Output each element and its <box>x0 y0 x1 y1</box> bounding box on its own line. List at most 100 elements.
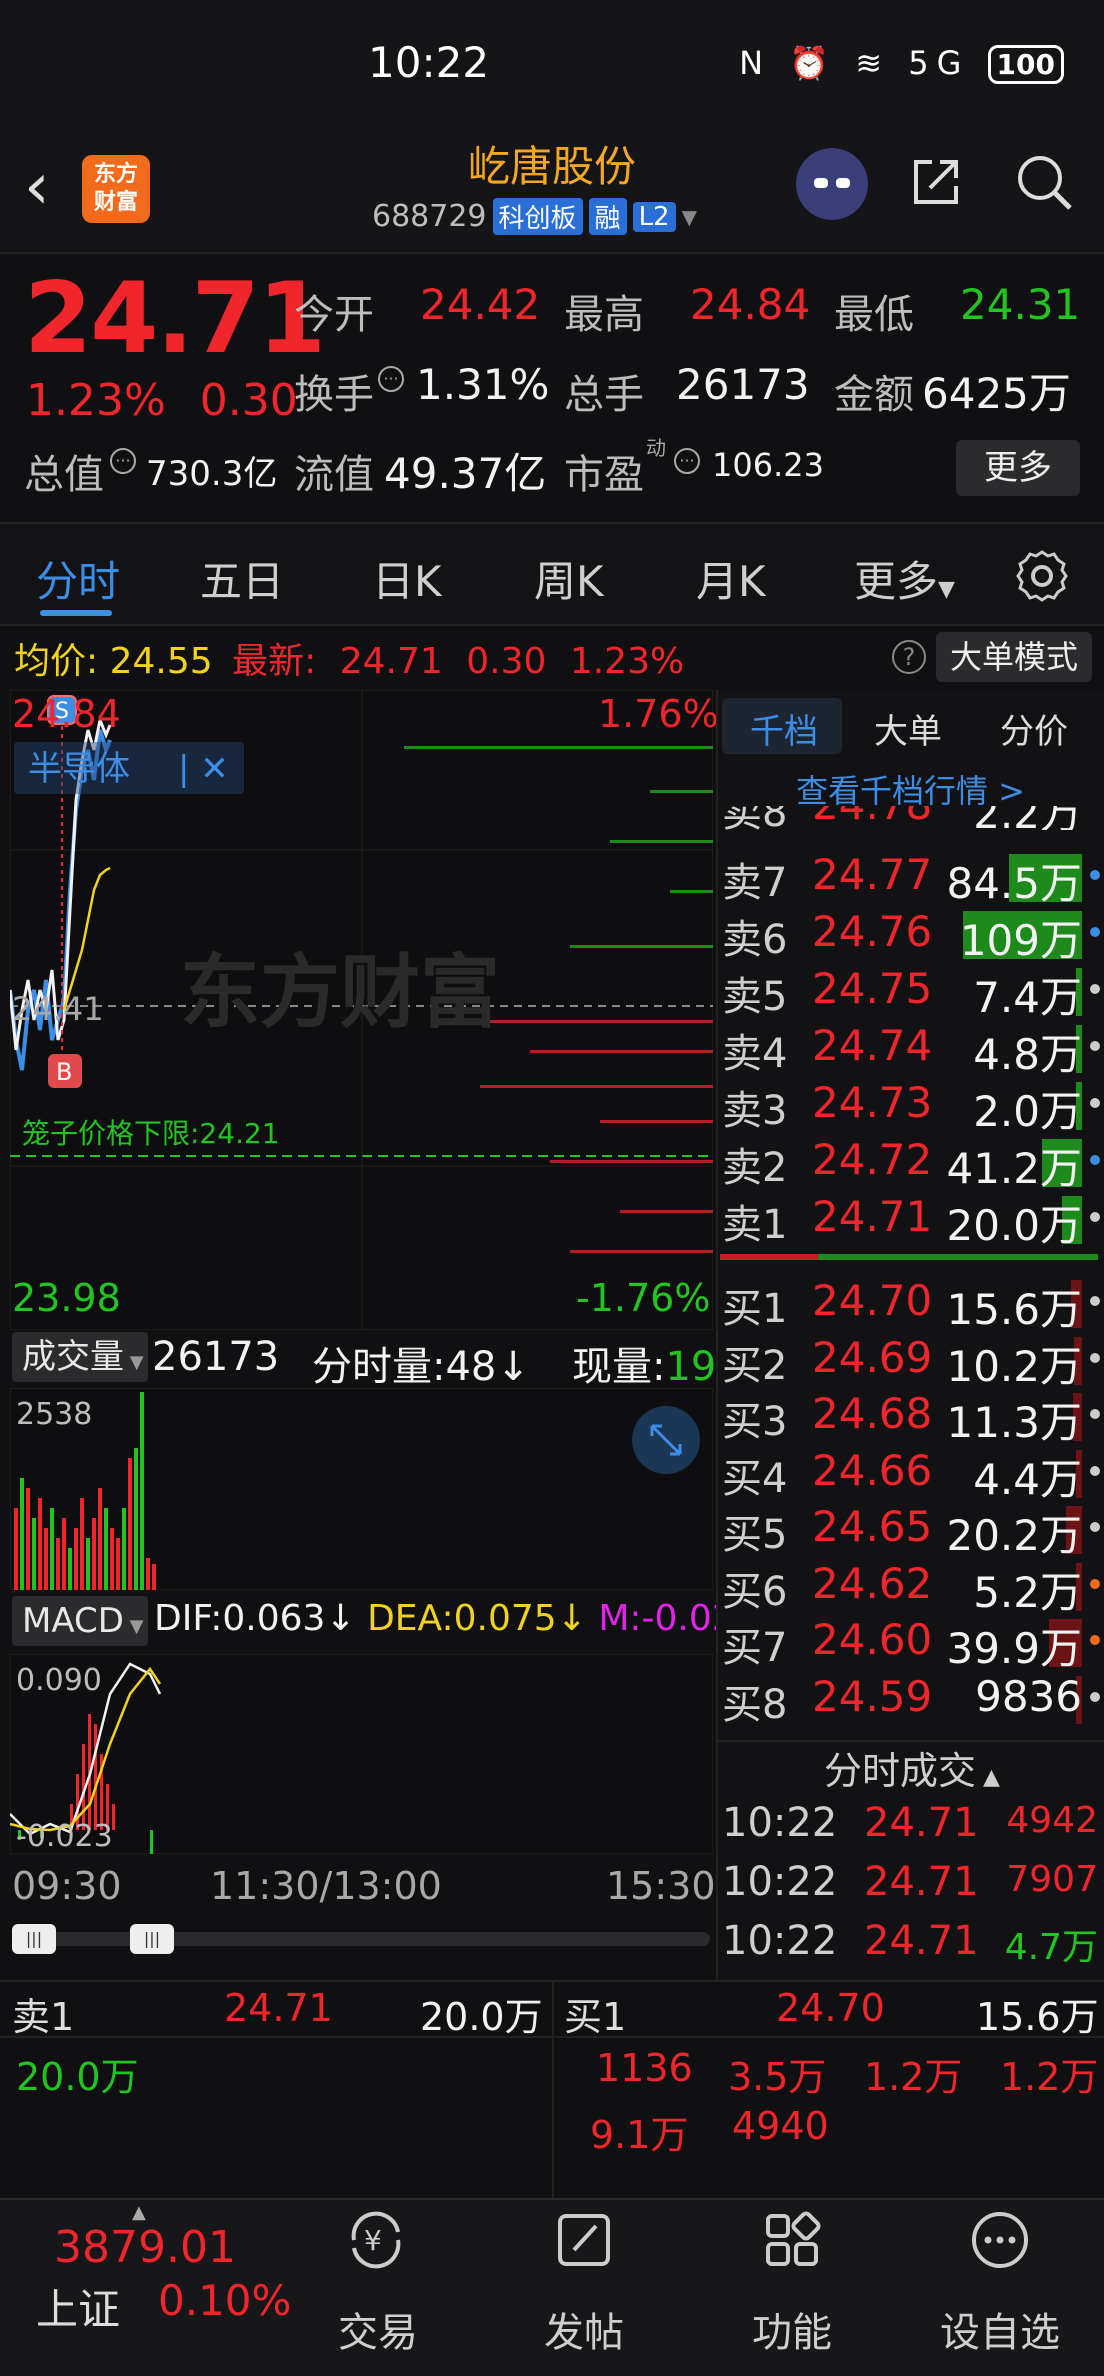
nav-add-watchlist[interactable]: 设自选 <box>930 2300 1070 2358</box>
volume-label: 总手 <box>564 372 644 418</box>
trades-title-label: 分时成交 <box>824 1749 977 1793</box>
trades-list: 10:22 24.71 4942 10:22 24.71 7907 10:22 24.71 4.… <box>716 1800 1104 1980</box>
more-button[interactable]: 更多 <box>956 440 1080 496</box>
intraday-chart[interactable]: 东方财富 S B 半导体 | ✕ <box>10 690 713 1330</box>
ask-row[interactable]: 卖5 24.75 7.4万 <box>716 960 1104 1022</box>
tab-price-distribution[interactable]: 分价 <box>1000 704 1068 753</box>
info-icon[interactable]: ··· <box>110 448 136 474</box>
ask-volume: 7.4万 <box>973 973 1082 1022</box>
tag-l2: L2 <box>632 201 676 232</box>
latest-change: 0.30 <box>466 641 547 682</box>
tab-five-day[interactable]: 五日 <box>200 548 284 609</box>
post-icon[interactable] <box>552 2208 616 2272</box>
partial-ask-label: 卖8 <box>722 806 788 830</box>
bid-price: 24.60 <box>812 1615 933 1664</box>
more-dots-icon[interactable] <box>968 2208 1032 2272</box>
bid-price: 24.65 <box>812 1502 933 1551</box>
ask-indicator-dot <box>1090 870 1100 880</box>
share-icon[interactable] <box>908 154 964 210</box>
range-slider-right-handle[interactable]: ||| <box>130 1924 174 1954</box>
ask-volume: 4.8万 <box>973 1030 1082 1079</box>
ask-row[interactable]: 卖4 24.74 4.8万 <box>716 1017 1104 1079</box>
ask-row[interactable]: 卖1 24.71 20.0万 <box>716 1188 1104 1250</box>
ask-bid-divider-red <box>720 1254 818 1260</box>
ask-row[interactable]: 卖6 24.76 109万 <box>716 903 1104 965</box>
tab-depth[interactable]: 千档 <box>750 704 818 753</box>
nav-trade[interactable]: 交易 <box>308 2300 448 2358</box>
queue-buy-order: 3.5万 <box>728 2055 827 2099</box>
tag-margin: 融 <box>588 198 627 235</box>
indicator-selector[interactable]: MACD ▼ <box>12 1596 148 1646</box>
assistant-robot-icon[interactable] <box>796 148 868 220</box>
bid-label: 买4 <box>722 1455 788 1502</box>
stock-code-row[interactable]: 688729 科创板 融 L2 ▼ <box>372 198 697 235</box>
chart-mid-price: 24.41 <box>12 990 104 1028</box>
volume-total: 26173 <box>152 1334 280 1380</box>
queue-buy-volume: 15.6万 <box>976 1995 1099 2039</box>
ask-price: 24.76 <box>812 907 933 956</box>
stock-name[interactable]: 屹唐股份 <box>380 133 724 194</box>
ask-volume: 41.2万 <box>946 1144 1082 1193</box>
tab-monthly-k[interactable]: 月K <box>696 548 766 609</box>
tab-more[interactable]: 更多▼ <box>854 548 955 609</box>
open-value: 24.42 <box>420 280 541 329</box>
volume-selector[interactable]: 成交量 ▼ <box>12 1332 148 1382</box>
help-icon[interactable]: ? <box>892 640 926 674</box>
ask-indicator-dot <box>1090 1098 1100 1108</box>
big-order-mode-button[interactable]: 大单模式 <box>936 632 1092 682</box>
gear-icon[interactable] <box>1014 548 1070 604</box>
range-slider-track[interactable] <box>12 1932 710 1946</box>
tab-daily-k[interactable]: 日K <box>372 548 442 609</box>
volume-value: 26173 <box>676 360 810 409</box>
index-pct[interactable]: 0.10% <box>158 2276 291 2325</box>
chevron-up-icon[interactable]: ▲ <box>132 2202 146 2223</box>
volume-chart[interactable]: 2538 <box>10 1388 713 1590</box>
back-icon[interactable]: ‹ <box>24 150 50 224</box>
bid-row[interactable]: 买3 24.68 11.3万 <box>716 1385 1104 1447</box>
tab-intraday[interactable]: 分时 <box>36 548 120 609</box>
ask-row[interactable]: 卖7 24.77 84.5万 <box>716 846 1104 908</box>
macd-values: DIF:0.063↓ DEA:0.075↓ M:-0.023↓ <box>154 1598 788 1639</box>
battery-icon: 100 <box>987 45 1064 84</box>
chart-top-pct: 1.76% <box>598 692 719 736</box>
macd-chart[interactable]: 0.090 -0.023 <box>10 1654 713 1854</box>
ask-label: 卖2 <box>722 1145 788 1191</box>
bid-row[interactable]: 买1 24.70 15.6万 <box>716 1272 1104 1334</box>
tab-weekly-k[interactable]: 周K <box>534 548 604 609</box>
amount-label: 金额 <box>834 372 914 418</box>
bid-row[interactable]: 买6 24.62 5.2万 <box>716 1555 1104 1617</box>
queue-sell-order: 20.0万 <box>16 2055 139 2099</box>
high-value: 24.84 <box>690 280 811 329</box>
partial-ask-row: 卖8 24.78 2.2万 <box>716 806 1104 830</box>
low-label: 最低 <box>834 292 914 338</box>
trade-price: 24.71 <box>864 1859 979 1905</box>
nav-post[interactable]: 发帖 <box>514 2300 654 2358</box>
trade-icon[interactable]: ¥ <box>344 2208 408 2272</box>
bid-row[interactable]: 买8 24.59 9836 <box>716 1668 1104 1728</box>
index-name[interactable]: 上证 <box>36 2276 120 2337</box>
bid-row[interactable]: 买5 24.65 20.2万 <box>716 1498 1104 1560</box>
index-value[interactable]: 3879.01 <box>54 2222 236 2273</box>
volume-now-value: 19 <box>665 1344 717 1390</box>
range-slider-left-handle[interactable]: ||| <box>12 1924 56 1954</box>
info-icon[interactable]: ··· <box>674 448 700 474</box>
functions-icon[interactable] <box>760 2208 824 2272</box>
tab-big-orders[interactable]: 大单 <box>874 704 942 753</box>
nav-functions[interactable]: 功能 <box>722 2300 862 2358</box>
chevron-down-icon[interactable]: ▼ <box>682 205 697 229</box>
ask-label: 卖1 <box>722 1202 788 1248</box>
info-icon[interactable]: ··· <box>378 366 404 392</box>
ask-label: 卖7 <box>722 860 788 906</box>
bid-row[interactable]: 买2 24.69 10.2万 <box>716 1329 1104 1391</box>
watermark: 东方财富 <box>180 946 500 1039</box>
ask-row[interactable]: 卖2 24.72 41.2万 <box>716 1131 1104 1193</box>
bid-indicator-dot <box>1090 1691 1100 1702</box>
bid-row[interactable]: 买4 24.66 4.4万 <box>716 1442 1104 1504</box>
search-icon[interactable] <box>1014 152 1074 212</box>
ask-label: 卖5 <box>722 974 788 1020</box>
trades-title[interactable]: 分时成交 ▲ <box>824 1740 1000 1795</box>
trade-volume: 4.7万 <box>1004 1927 1098 1968</box>
bid-row[interactable]: 买7 24.60 39.9万 <box>716 1611 1104 1673</box>
ask-label: 卖3 <box>722 1088 788 1134</box>
ask-row[interactable]: 卖3 24.73 2.0万 <box>716 1074 1104 1136</box>
